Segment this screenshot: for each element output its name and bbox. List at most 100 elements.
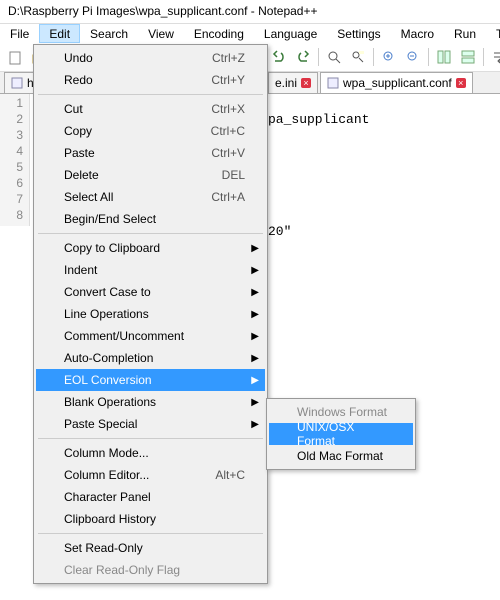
submenu-arrow-icon: ▶ (251, 265, 259, 276)
edit-menu-item-paste-special[interactable]: Paste Special ▶ (36, 413, 265, 435)
code-fragment: pa_supplicant (268, 112, 369, 127)
menu-textfx[interactable]: TextFX (486, 24, 500, 43)
tab-label: wpa_supplicant.conf (343, 76, 452, 90)
find-icon[interactable] (323, 46, 345, 68)
edit-menu-item-comment-uncomment[interactable]: Comment/Uncomment▶ (36, 325, 265, 347)
line-number: 2 (0, 112, 23, 128)
menu-item-label: Windows Format (297, 405, 393, 419)
menu-item-label: Blank Operations (64, 395, 245, 409)
menu-item-label: Paste (64, 146, 181, 160)
new-file-icon[interactable] (4, 47, 26, 69)
menu-item-shortcut: Ctrl+C (211, 124, 245, 138)
tab-bar-right: e.ini × wpa_supplicant.conf × (268, 72, 475, 93)
menu-item-label: Clipboard History (64, 512, 245, 526)
menu-bar: File Edit Search View Encoding Language … (0, 24, 500, 44)
undo-icon[interactable] (268, 46, 290, 68)
edit-menu-item-auto-completion[interactable]: Auto-Completion ▶ (36, 347, 265, 369)
menu-item-label: EOL Conversion (64, 373, 245, 387)
wrap-icon[interactable] (488, 46, 500, 68)
edit-menu: UndoCtrl+ZRedoCtrl+Y Cut Ctrl+X Copy Ctrl+C P… (33, 44, 268, 584)
menu-item-label: Paste Special (64, 417, 245, 431)
menu-item-label: Auto-Completion (64, 351, 245, 365)
menu-encoding[interactable]: Encoding (184, 24, 254, 43)
menu-search[interactable]: Search (80, 24, 138, 43)
line-number: 8 (0, 208, 23, 224)
edit-menu-item-copy[interactable]: Copy Ctrl+C (36, 120, 265, 142)
edit-menu-item-indent[interactable]: Indent ▶ (36, 259, 265, 281)
replace-icon[interactable] (347, 46, 369, 68)
submenu-arrow-icon: ▶ (251, 331, 259, 342)
close-icon[interactable]: × (456, 78, 466, 88)
line-number: 1 (0, 96, 23, 112)
edit-menu-item-column-editor[interactable]: Column Editor... Alt+C (36, 464, 265, 486)
submenu-arrow-icon: ▶ (251, 309, 259, 320)
line-number: 6 (0, 176, 23, 192)
menu-item-label: Indent (64, 263, 245, 277)
edit-menu-item-character-panel[interactable]: Character Panel (36, 486, 265, 508)
menu-edit[interactable]: Edit (39, 24, 80, 43)
line-number: 4 (0, 144, 23, 160)
menu-item-shortcut: Alt+C (215, 468, 245, 482)
toolbar-right: ¶ (268, 46, 500, 68)
line-number: 5 (0, 160, 23, 176)
submenu-arrow-icon: ▶ (251, 419, 259, 430)
submenu-arrow-icon: ▶ (251, 375, 259, 386)
tab-2[interactable]: wpa_supplicant.conf × (320, 72, 473, 93)
submenu-arrow-icon: ▶ (251, 353, 259, 364)
edit-menu-item-copy-to-clipboard[interactable]: Copy to Clipboard▶ (36, 237, 265, 259)
menu-language[interactable]: Language (254, 24, 327, 43)
edit-menu-item-delete[interactable]: DeleteDEL (36, 164, 265, 186)
tab-label: e.ini (275, 76, 297, 90)
submenu-arrow-icon: ▶ (251, 397, 259, 408)
zoom-out-icon[interactable] (402, 46, 424, 68)
menu-item-label: Cut (64, 102, 181, 116)
menu-item-label: Select All (64, 190, 181, 204)
redo-icon[interactable] (292, 46, 314, 68)
menu-item-label: Copy (64, 124, 181, 138)
window-title: D:\Raspberry Pi Images\wpa_supplicant.co… (8, 4, 318, 18)
edit-menu-item-blank-operations[interactable]: Blank Operations ▶ (36, 391, 265, 413)
edit-menu-item-paste[interactable]: Paste Ctrl+V (36, 142, 265, 164)
menu-view[interactable]: View (138, 24, 184, 43)
menu-settings[interactable]: Settings (327, 24, 390, 43)
edit-menu-item-redo[interactable]: RedoCtrl+Y (36, 69, 265, 91)
edit-menu-item-begin-end-select[interactable]: Begin/End Select (36, 208, 265, 230)
menu-item-shortcut: Ctrl+X (211, 102, 245, 116)
line-number: 3 (0, 128, 23, 144)
edit-menu-item-convert-case-to[interactable]: Convert Case to▶ (36, 281, 265, 303)
menu-run[interactable]: Run (444, 24, 486, 43)
menu-separator (38, 94, 263, 95)
eol-submenu-item-old-mac-format[interactable]: Old Mac Format (269, 445, 413, 467)
menu-separator (38, 438, 263, 439)
edit-menu-item-undo[interactable]: UndoCtrl+Z (36, 47, 265, 69)
edit-menu-item-line-operations[interactable]: Line Operations ▶ (36, 303, 265, 325)
menu-item-label: UNIX/OSX Format (297, 420, 393, 448)
menu-item-label: Column Editor... (64, 468, 185, 482)
edit-menu-item-select-all[interactable]: Select All Ctrl+A (36, 186, 265, 208)
menu-item-label: Column Mode... (64, 446, 245, 460)
tab-1[interactable]: e.ini × (268, 72, 318, 93)
menu-item-label: Begin/End Select (64, 212, 245, 226)
menu-separator (38, 533, 263, 534)
zoom-in-icon[interactable] (378, 46, 400, 68)
edit-menu-item-clear-read-only-flag: Clear Read-Only Flag (36, 559, 265, 581)
menu-item-shortcut: Ctrl+A (211, 190, 245, 204)
eol-submenu-item-unix-osx-format[interactable]: UNIX/OSX Format (269, 423, 413, 445)
menu-file[interactable]: File (0, 24, 39, 43)
edit-menu-item-column-mode[interactable]: Column Mode... (36, 442, 265, 464)
menu-macro[interactable]: Macro (391, 24, 444, 43)
edit-menu-item-set-read-only[interactable]: Set Read-Only (36, 537, 265, 559)
sync-h-icon[interactable] (457, 46, 479, 68)
edit-menu-item-eol-conversion[interactable]: EOL Conversion ▶ (36, 369, 265, 391)
menu-item-label: Redo (64, 73, 181, 87)
submenu-arrow-icon: ▶ (251, 243, 259, 254)
close-icon[interactable]: × (301, 78, 311, 88)
edit-menu-item-cut[interactable]: Cut Ctrl+X (36, 98, 265, 120)
submenu-arrow-icon: ▶ (251, 287, 259, 298)
edit-menu-item-clipboard-history[interactable]: Clipboard History (36, 508, 265, 530)
menu-item-shortcut: DEL (222, 168, 245, 182)
menu-item-label: Line Operations (64, 307, 245, 321)
file-icon (11, 77, 23, 89)
sync-v-icon[interactable] (433, 46, 455, 68)
menu-item-shortcut: Ctrl+V (211, 146, 245, 160)
